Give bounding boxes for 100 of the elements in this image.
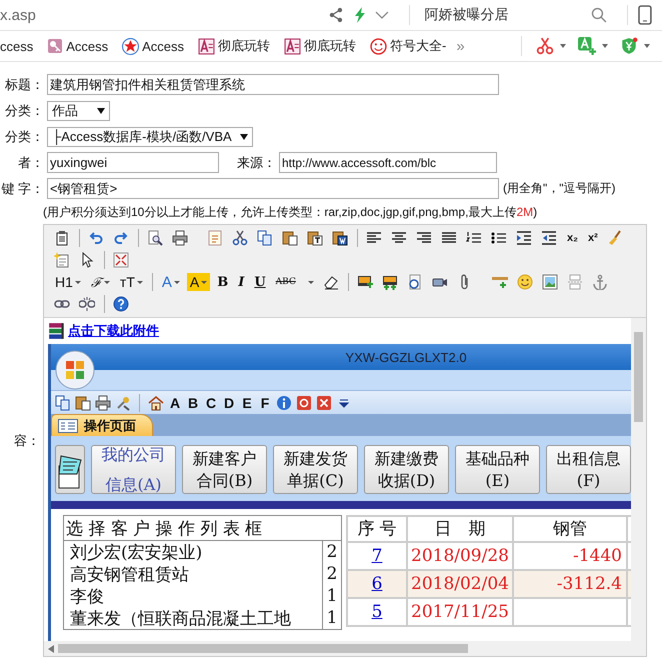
command-button[interactable]: 我的公司 信息(A)	[91, 445, 176, 494]
command-button[interactable]: 出租信息 (F)	[546, 445, 631, 494]
unlink-icon[interactable]	[79, 296, 95, 312]
font-color-button[interactable]: A	[158, 273, 183, 291]
paste-text-icon[interactable]	[307, 230, 323, 246]
bookmark-link[interactable]: 彻底玩转	[218, 37, 270, 55]
customer-name[interactable]: 董来发（恒联商品混凝土工地	[64, 606, 322, 629]
broom-icon[interactable]	[606, 230, 623, 246]
vertical-scrollbar[interactable]	[631, 318, 646, 641]
more-bookmarks-button[interactable]: »	[456, 38, 465, 54]
chevron-down-icon[interactable]	[375, 10, 390, 20]
paste-word-icon[interactable]	[332, 230, 348, 246]
fullscreen-icon[interactable]	[113, 252, 129, 268]
bookmark-link[interactable]: 彻底玩转	[304, 37, 356, 55]
eraser-icon[interactable]	[322, 274, 339, 290]
redo-icon[interactable]	[113, 230, 129, 246]
phone-icon[interactable]	[638, 5, 652, 25]
source-input[interactable]: http://www.accessoft.com/blc	[279, 152, 497, 173]
anchor-icon[interactable]	[592, 274, 608, 290]
help-icon[interactable]	[113, 296, 129, 312]
outdent-icon[interactable]	[541, 230, 557, 246]
command-button[interactable]: 基础品种 (E)	[455, 445, 540, 494]
tools-icon[interactable]	[115, 394, 131, 410]
underline-button[interactable]: U	[251, 273, 269, 291]
close-icon[interactable]	[316, 394, 332, 410]
bookmark-link[interactable]: 符号大全-	[390, 37, 446, 55]
clipboard-icon[interactable]	[54, 230, 70, 246]
letter-button[interactable]: B	[186, 394, 200, 410]
bookmark-link[interactable]: ccess	[0, 38, 34, 54]
undo-icon[interactable]	[88, 230, 104, 246]
customer-name[interactable]: 刘少宏(宏安架业)	[64, 540, 322, 564]
letter-button[interactable]: F	[258, 394, 272, 410]
page-icon[interactable]	[207, 230, 223, 246]
new-document-icon[interactable]	[54, 252, 70, 268]
bookmark-link[interactable]: Access	[66, 38, 108, 54]
align-center-icon[interactable]	[391, 230, 407, 246]
author-input[interactable]: yuxingwei	[47, 152, 219, 173]
preview-icon[interactable]	[147, 230, 163, 246]
download-attachment-link[interactable]: 点击下载此附件	[68, 322, 159, 340]
printer-icon[interactable]	[172, 230, 188, 246]
share-icon[interactable]	[328, 7, 344, 23]
image-icon[interactable]	[356, 274, 373, 290]
bold-button[interactable]: B	[214, 273, 232, 291]
form-tab[interactable]: 操作页面	[51, 414, 153, 436]
search-icon[interactable]	[591, 7, 608, 23]
printer-icon[interactable]	[95, 394, 111, 410]
title-input[interactable]: 建筑用钢管扣件相关租赁管理系统	[47, 74, 499, 95]
indent-icon[interactable]	[516, 230, 532, 246]
strikethrough-button[interactable]: ABC	[272, 273, 299, 291]
address-url[interactable]: x.asp	[0, 6, 328, 24]
paste-icon[interactable]	[75, 394, 91, 410]
copy-icon[interactable]	[55, 394, 71, 410]
record-link[interactable]: 6	[372, 574, 382, 594]
customer-name[interactable]: 李俊	[64, 584, 322, 608]
rich-text-editor[interactable]	[43, 224, 647, 657]
subscript-button[interactable]: x₂	[564, 229, 582, 247]
command-button[interactable]: 新建缴费 收据(D)	[364, 445, 449, 494]
record-link[interactable]: 7	[372, 546, 382, 566]
lightning-icon[interactable]	[354, 7, 366, 23]
command-button[interactable]: 新建发货 单据(C)	[273, 445, 358, 494]
horizontal-rule-icon[interactable]	[492, 274, 508, 290]
category-select[interactable]: 作品	[47, 100, 110, 120]
bullet-list-icon[interactable]	[491, 230, 507, 246]
smiley-icon[interactable]	[516, 274, 533, 290]
customer-name[interactable]: 高安钢管租赁站	[64, 562, 322, 586]
translate-icon[interactable]	[578, 37, 596, 55]
copy-icon[interactable]	[257, 230, 273, 246]
picture-icon[interactable]	[542, 274, 558, 290]
letter-button[interactable]: C	[204, 394, 218, 410]
shield-icon[interactable]	[620, 37, 638, 55]
multi-image-icon[interactable]	[382, 274, 398, 290]
heading-button[interactable]: H1	[52, 273, 84, 291]
cut-icon[interactable]	[232, 230, 248, 246]
bookmark-link[interactable]: Access	[142, 38, 184, 54]
letter-button[interactable]: E	[240, 394, 254, 410]
superscript-button[interactable]: x²	[585, 229, 601, 247]
align-left-icon[interactable]	[366, 230, 382, 246]
subcategory-select[interactable]: ├Access数据库-模块/函数/VBA	[47, 126, 253, 146]
italic-button[interactable]: I	[235, 273, 248, 291]
justify-icon[interactable]	[441, 230, 457, 246]
record-link[interactable]: 5	[372, 602, 382, 622]
highlight-button[interactable]: A	[186, 273, 210, 291]
stop-icon[interactable]	[296, 394, 312, 410]
letter-button[interactable]: D	[222, 394, 236, 410]
scissors-icon[interactable]	[536, 37, 554, 55]
letter-button[interactable]: A	[168, 394, 182, 410]
info-icon[interactable]	[276, 394, 292, 410]
customer-list[interactable]: 选 择 客 户 操 作 列 表 框 刘少宏(宏安架业) 2 高安钢管租赁站 2 李俊 1 董来发（恒联商品混凝土工地 1	[63, 515, 342, 630]
command-button[interactable]: 新建客户 合同(B)	[182, 445, 267, 494]
media-page-icon[interactable]	[406, 274, 423, 290]
notepad-button[interactable]	[55, 445, 85, 494]
keywords-input[interactable]: <钢管租赁>	[47, 178, 499, 199]
home-icon[interactable]	[148, 394, 164, 410]
scroll-left-icon[interactable]	[48, 644, 54, 652]
search-text[interactable]: 阿娇被曝分居	[424, 6, 574, 24]
align-right-icon[interactable]	[416, 230, 432, 246]
font-size-button[interactable]: ᴛT	[116, 273, 146, 291]
horizontal-scrollbar[interactable]	[44, 641, 646, 656]
paste-icon[interactable]	[282, 230, 298, 246]
font-family-button[interactable]: ℱ	[88, 273, 113, 291]
